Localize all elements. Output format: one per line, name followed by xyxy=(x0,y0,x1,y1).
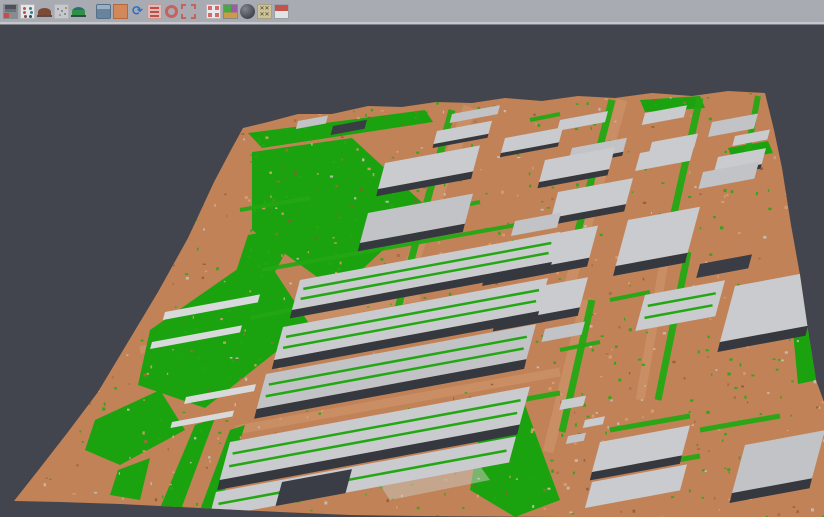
toolbar-edge-shadow xyxy=(0,24,824,25)
red-ring-icon[interactable] xyxy=(165,5,178,18)
class-colors-icon[interactable] xyxy=(223,4,238,19)
toolbar xyxy=(0,0,824,22)
sync-globe-icon[interactable] xyxy=(130,4,145,19)
volume-cube-icon[interactable] xyxy=(96,4,111,19)
red-list-icon[interactable] xyxy=(147,4,162,19)
table-clear-icon[interactable] xyxy=(257,4,272,19)
red-card-icon[interactable] xyxy=(274,4,289,19)
terrain-green-icon[interactable] xyxy=(71,4,86,19)
application-window xyxy=(0,0,824,517)
viewport-3d[interactable] xyxy=(0,25,824,517)
sparse-points-icon[interactable] xyxy=(54,4,69,19)
ortho-square-icon[interactable] xyxy=(113,4,128,19)
red-matrix-icon[interactable] xyxy=(206,4,221,19)
terrain-brown-icon[interactable] xyxy=(37,4,52,19)
palette-layers-icon[interactable] xyxy=(3,4,18,19)
mesh-sphere-icon[interactable] xyxy=(240,4,255,19)
point-classes-icon[interactable] xyxy=(20,4,35,19)
red-brackets-icon[interactable] xyxy=(181,4,196,19)
